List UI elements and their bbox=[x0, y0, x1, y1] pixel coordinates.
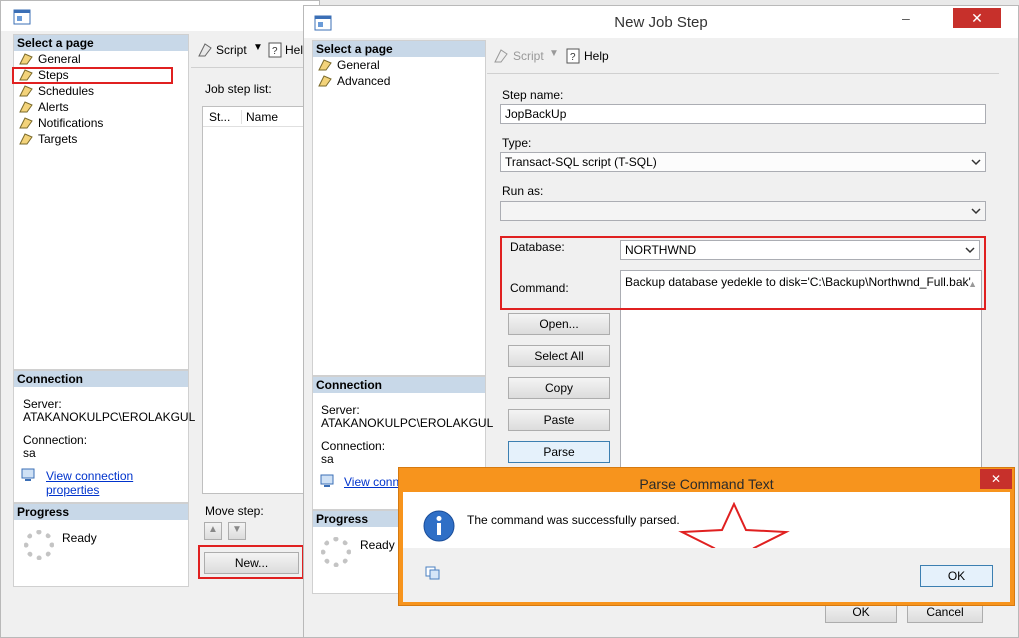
step-select-page-panel: Select a page General Advanced bbox=[312, 40, 486, 376]
run-as-select[interactable] bbox=[500, 201, 986, 221]
job-properties-window: Select a page General Steps Schedules Al… bbox=[0, 0, 321, 638]
help-icon: ? bbox=[268, 42, 282, 58]
svg-text:?: ? bbox=[272, 46, 278, 57]
help-button[interactable]: Help bbox=[584, 49, 609, 63]
script-button[interactable]: Script bbox=[513, 49, 544, 63]
server-label: Server: bbox=[23, 397, 62, 411]
select-page-panel: Select a page General Steps Schedules Al… bbox=[13, 34, 189, 370]
chevron-down-icon bbox=[971, 159, 981, 166]
minimize-button[interactable]: – bbox=[902, 10, 922, 26]
parse-dialog-body: The command was successfully parsed. bbox=[403, 492, 1010, 572]
nav-notifications[interactable]: Notifications bbox=[14, 115, 188, 131]
parse-dialog-ok-button[interactable]: OK bbox=[920, 565, 993, 587]
step-name-input[interactable]: JopBackUp bbox=[500, 104, 986, 124]
new-job-step-titlebar: New Job Step – ✕ bbox=[304, 6, 1018, 38]
page-icon bbox=[19, 101, 33, 113]
help-icon: ? bbox=[566, 48, 580, 64]
nav-alerts[interactable]: Alerts bbox=[14, 99, 188, 115]
script-icon bbox=[198, 43, 212, 57]
progress-status: Ready bbox=[360, 538, 395, 552]
view-connection-link[interactable]: View conne bbox=[344, 475, 406, 489]
new-button-highlight bbox=[198, 545, 304, 579]
progress-spinner-icon bbox=[24, 530, 54, 560]
connection-label: Connection: bbox=[321, 439, 386, 453]
col-name[interactable]: Name bbox=[241, 110, 278, 124]
page-icon bbox=[318, 59, 332, 71]
connection-icon bbox=[320, 474, 334, 487]
script-icon bbox=[494, 49, 508, 63]
parse-button[interactable]: Parse bbox=[508, 441, 610, 463]
server-label: Server: bbox=[321, 403, 360, 417]
nav-schedules[interactable]: Schedules bbox=[14, 83, 188, 99]
move-up-button[interactable]: ▲ bbox=[204, 522, 222, 540]
progress-panel: Progress Ready bbox=[13, 503, 189, 587]
bg-toolbar: Script ▼ ? Help bbox=[191, 34, 321, 68]
server-value: ATAKANOKULPC\EROLAKGUL bbox=[321, 416, 494, 430]
col-step[interactable]: St... bbox=[209, 110, 230, 124]
paste-button[interactable]: Paste bbox=[508, 409, 610, 431]
script-button[interactable]: Script bbox=[216, 43, 247, 57]
select-page-header: Select a page bbox=[313, 41, 485, 57]
select-all-button[interactable]: Select All bbox=[508, 345, 610, 367]
type-select[interactable]: Transact-SQL script (T-SQL) bbox=[500, 152, 986, 172]
chevron-down-icon[interactable]: ▼ bbox=[549, 48, 559, 59]
svg-text:?: ? bbox=[570, 52, 576, 63]
job-step-list-label: Job step list: bbox=[205, 82, 272, 96]
progress-status: Ready bbox=[62, 531, 97, 545]
chevron-down-icon[interactable]: ▼ bbox=[253, 42, 263, 53]
nav-general[interactable]: General bbox=[313, 57, 485, 73]
parse-dialog-message: The command was successfully parsed. bbox=[467, 513, 680, 527]
connection-panel: Connection Server: ATAKANOKULPC\EROLAKGU… bbox=[13, 370, 195, 503]
info-icon bbox=[423, 510, 455, 542]
move-step-label: Move step: bbox=[205, 504, 264, 518]
select-page-header: Select a page bbox=[14, 35, 188, 51]
view-connection-link[interactable]: View connection properties bbox=[46, 469, 188, 497]
page-icon bbox=[19, 117, 33, 129]
progress-spinner-icon bbox=[321, 537, 351, 567]
nav-advanced[interactable]: Advanced bbox=[313, 73, 485, 89]
close-button[interactable]: ✕ bbox=[953, 8, 1001, 28]
parse-dialog-close-button[interactable]: ✕ bbox=[980, 469, 1012, 489]
job-properties-titlebar bbox=[1, 1, 319, 31]
parse-dialog-footer: OK bbox=[403, 548, 1010, 602]
page-icon bbox=[19, 85, 33, 97]
connection-value: sa bbox=[23, 446, 36, 460]
page-icon bbox=[19, 53, 33, 65]
job-step-list[interactable]: St... Name bbox=[202, 106, 313, 494]
database-command-highlight bbox=[500, 236, 986, 310]
parse-dialog: Parse Command Text ✕ The command was suc… bbox=[398, 467, 1015, 606]
chevron-down-icon bbox=[971, 208, 981, 215]
connection-header: Connection bbox=[313, 377, 485, 393]
run-as-label: Run as: bbox=[502, 184, 544, 198]
list-header: St... Name bbox=[203, 107, 313, 127]
copy-icon[interactable] bbox=[425, 566, 441, 580]
copy-button[interactable]: Copy bbox=[508, 377, 610, 399]
connection-label: Connection: bbox=[23, 433, 88, 447]
parse-dialog-title: Parse Command Text bbox=[639, 476, 774, 492]
nav-targets[interactable]: Targets bbox=[14, 131, 188, 147]
nav-general[interactable]: General bbox=[14, 51, 188, 67]
connection-value: sa bbox=[321, 452, 334, 466]
step-toolbar: Script ▼ ? Help bbox=[487, 40, 999, 74]
type-label: Type: bbox=[502, 136, 532, 150]
page-icon bbox=[19, 133, 33, 145]
app-icon bbox=[13, 9, 31, 25]
connection-icon bbox=[21, 468, 35, 481]
server-value: ATAKANOKULPC\EROLAKGUL bbox=[23, 410, 196, 424]
progress-header: Progress bbox=[14, 504, 188, 520]
move-down-button[interactable]: ▼ bbox=[228, 522, 246, 540]
open-button[interactable]: Open... bbox=[508, 313, 610, 335]
steps-highlight bbox=[12, 67, 173, 84]
page-icon bbox=[318, 75, 332, 87]
step-name-label: Step name: bbox=[502, 88, 564, 102]
connection-header: Connection bbox=[14, 371, 188, 387]
